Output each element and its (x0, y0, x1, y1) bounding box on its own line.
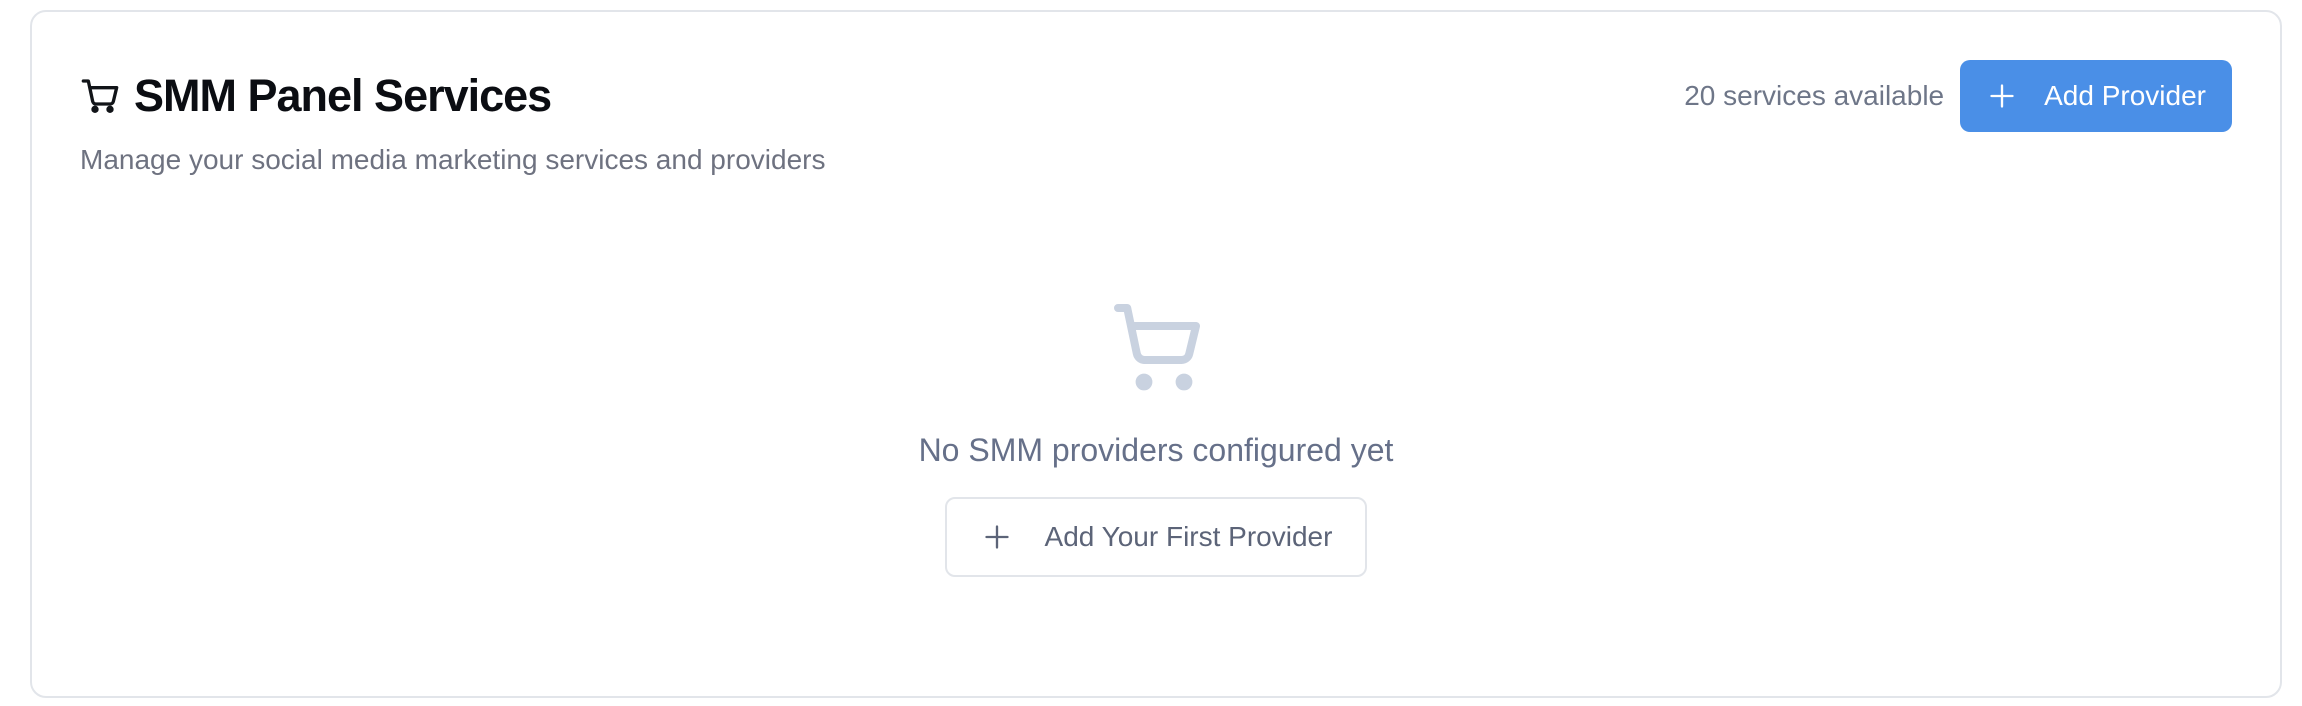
page-title: SMM Panel Services (134, 70, 552, 121)
empty-state-message: No SMM providers configured yet (918, 432, 1394, 468)
services-count: 20 services available (1684, 80, 1945, 111)
plus-icon (1988, 82, 2044, 110)
page-subtitle: Manage your social media marketing servi… (80, 144, 826, 175)
title-row: SMM Panel Services (80, 70, 825, 122)
add-first-provider-label: Add Your First Provider (1044, 521, 1333, 552)
add-provider-label: Add Provider (2044, 80, 2206, 111)
shopping-cart-icon (1108, 298, 1204, 394)
header-actions: 20 services available Add Provider (1684, 60, 2232, 132)
smm-services-card: SMM Panel Services Manage your social me… (30, 10, 2282, 698)
plus-icon (983, 523, 1045, 551)
add-provider-button[interactable]: Add Provider (1960, 60, 2232, 132)
card-header: SMM Panel Services Manage your social me… (80, 70, 825, 176)
add-first-provider-button[interactable]: Add Your First Provider (944, 497, 1368, 577)
empty-state: No SMM providers configured yet Add Your… (32, 298, 2280, 577)
shopping-cart-icon (80, 76, 120, 116)
